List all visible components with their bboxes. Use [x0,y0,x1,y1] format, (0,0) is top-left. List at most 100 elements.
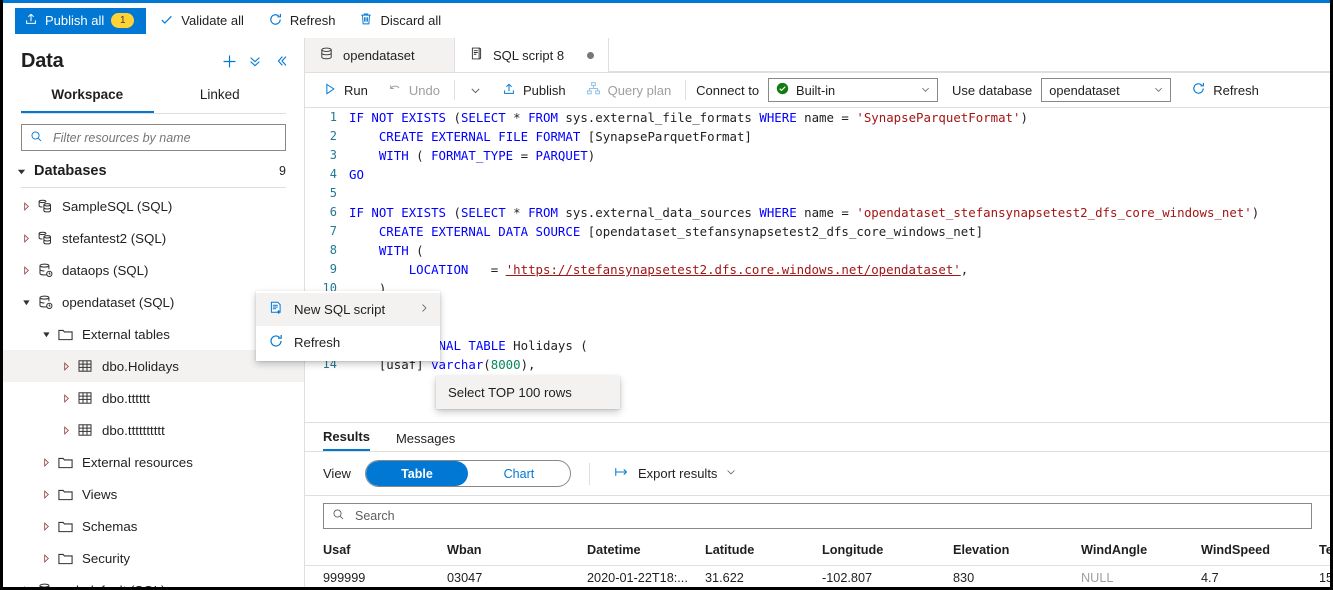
code-line: 7 CREATE EXTERNAL DATA SOURCE [opendatas… [305,222,1330,241]
line-number: 5 [329,186,337,200]
code-line: 11Go [305,298,1330,317]
code-line: 5 [305,184,1330,203]
databases-group-header[interactable]: Databases 9 [3,157,304,187]
publish-icon [24,12,38,29]
sql-code-editor[interactable]: 1 IF NOT EXISTS (SELECT * FROM sys.extern… [305,108,1330,422]
tree-item-label: External resources [82,454,193,470]
results-search-row [305,496,1330,535]
results-column-header[interactable]: Usaf [323,543,447,557]
tree-item-dataops-sql[interactable]: dataops (SQL) [3,254,304,286]
tree-item-views[interactable]: Views [3,478,304,510]
app-body: Data Workspace Linked Filter resources b… [3,38,1330,590]
table-icon [75,390,95,406]
results-column-header[interactable]: WindSpeed [1201,543,1319,557]
connected-status-icon [776,82,789,98]
discard-all-button[interactable]: Discard all [348,6,452,36]
folder-icon [55,454,75,471]
collapse-all-button[interactable] [242,48,268,74]
collapse-pane-button[interactable] [268,48,294,74]
tab-workspace[interactable]: Workspace [21,80,154,113]
tree-item-label: Security [82,550,131,566]
filter-resources-input[interactable] [51,129,277,146]
results-search-input[interactable] [353,508,1303,524]
code-text: IF NOT EXISTS (SELECT * FROM sys.externa… [349,110,1028,125]
tree-item-security[interactable]: Security [3,542,304,574]
results-column-header[interactable]: Datetime [587,543,705,557]
results-tab-results[interactable]: Results [323,429,370,451]
chevron-right-icon [418,302,430,317]
folder-icon [55,550,75,567]
view-mode-table[interactable]: Table [365,461,468,486]
chevron-right-icon[interactable] [57,350,75,382]
chevron-right-icon[interactable] [37,446,55,478]
add-new-resource-button[interactable] [216,48,242,74]
code-text: CREATE EXTERNAL DATA SOURCE [opendataset… [378,224,984,239]
export-results-button[interactable]: Export results [608,465,743,482]
results-cell: 03047 [447,571,483,585]
view-mode-chart[interactable]: Chart [468,461,570,486]
undo-dropdown-button[interactable] [459,76,492,104]
results-grid-header: Usaf Wban Datetime Latitude Longitude Elevati… [305,535,1330,566]
validate-all-button[interactable]: Validate all [148,6,255,36]
results-cell: NULL [1081,571,1114,585]
app-window: Publish all 1 Validate all Refresh Disca… [0,0,1333,590]
chevron-right-icon[interactable] [57,382,75,414]
publish-button[interactable]: Publish [492,76,576,104]
results-tab-messages[interactable]: Messages [396,431,455,451]
chevron-right-icon[interactable] [17,254,35,286]
chevron-right-icon[interactable] [37,542,55,574]
chevron-right-icon[interactable] [17,190,35,222]
line-number: 1 [329,110,337,124]
results-column-header[interactable]: Wban [447,543,587,557]
tree-item-external-resources[interactable]: External resources [3,446,304,478]
undo-button[interactable]: Undo [378,76,450,104]
refresh-button[interactable]: Refresh [257,6,347,36]
tree-item-samplesql-sql[interactable]: SampleSQL (SQL) [3,190,304,222]
chevron-right-icon[interactable] [57,414,75,446]
editor-tab-opendataset[interactable]: opendataset [305,38,455,72]
tab-linked[interactable]: Linked [154,80,287,113]
editor-refresh-button[interactable]: Refresh [1181,76,1269,104]
checkmark-icon [159,12,174,30]
results-search-box[interactable] [323,503,1312,529]
chevron-down-icon[interactable] [37,318,55,350]
data-pane-tabs: Workspace Linked [3,80,304,113]
tab-workspace-label: Workspace [51,87,124,102]
line-number: 3 [329,148,337,162]
sql-script-icon [469,46,484,64]
results-column-header[interactable]: Temperature [1319,543,1330,557]
chevron-down-icon[interactable] [17,286,35,318]
tree-item-label: dbo.Holidays [102,358,179,374]
undo-label: Undo [408,82,440,98]
code-line: 4 GO [305,165,1330,184]
connect-to-select[interactable]: Built-in [768,78,939,102]
context-menu-item-new-sql-script[interactable]: New SQL script [256,293,440,326]
undo-icon [388,82,402,99]
results-column-header[interactable]: WindAngle [1081,543,1201,557]
results-column-header[interactable]: Elevation [953,543,1081,557]
chevron-right-icon[interactable] [17,222,35,254]
context-menu-item-refresh[interactable]: Refresh [256,326,440,359]
tree-item-label: SampleSQL (SQL) [62,198,173,214]
use-database-select[interactable]: opendataset [1041,78,1172,102]
line-number: 6 [329,205,337,219]
publish-icon [502,82,516,99]
unsaved-changes-indicator [587,51,595,59]
line-number: 9 [329,262,337,276]
filter-resources-box[interactable] [21,124,286,151]
tree-item-dbo-tttttt[interactable]: dbo.tttttt [3,382,304,414]
results-cell: -102.807 [822,571,873,585]
chevron-right-icon[interactable] [37,510,55,542]
query-plan-button[interactable]: Query plan [576,76,682,104]
results-column-header[interactable]: Longitude [822,543,953,557]
editor-area: opendataset SQL script 8 Run Undo Publis… [305,38,1330,590]
tree-item-dbo-tttttttttt[interactable]: dbo.tttttttttt [3,414,304,446]
tree-item-stefantest2-sql[interactable]: stefantest2 (SQL) [3,222,304,254]
publish-all-button[interactable]: Publish all 1 [15,7,147,34]
chevron-right-icon[interactable] [37,478,55,510]
run-button[interactable]: Run [313,76,378,104]
editor-tab-sql-script-8[interactable]: SQL script 8 [455,38,610,72]
results-column-header[interactable]: Latitude [705,543,822,557]
tree-item-schemas[interactable]: Schemas [3,510,304,542]
submenu-item-select-top-100-rows[interactable]: Select TOP 100 rows [436,376,620,409]
